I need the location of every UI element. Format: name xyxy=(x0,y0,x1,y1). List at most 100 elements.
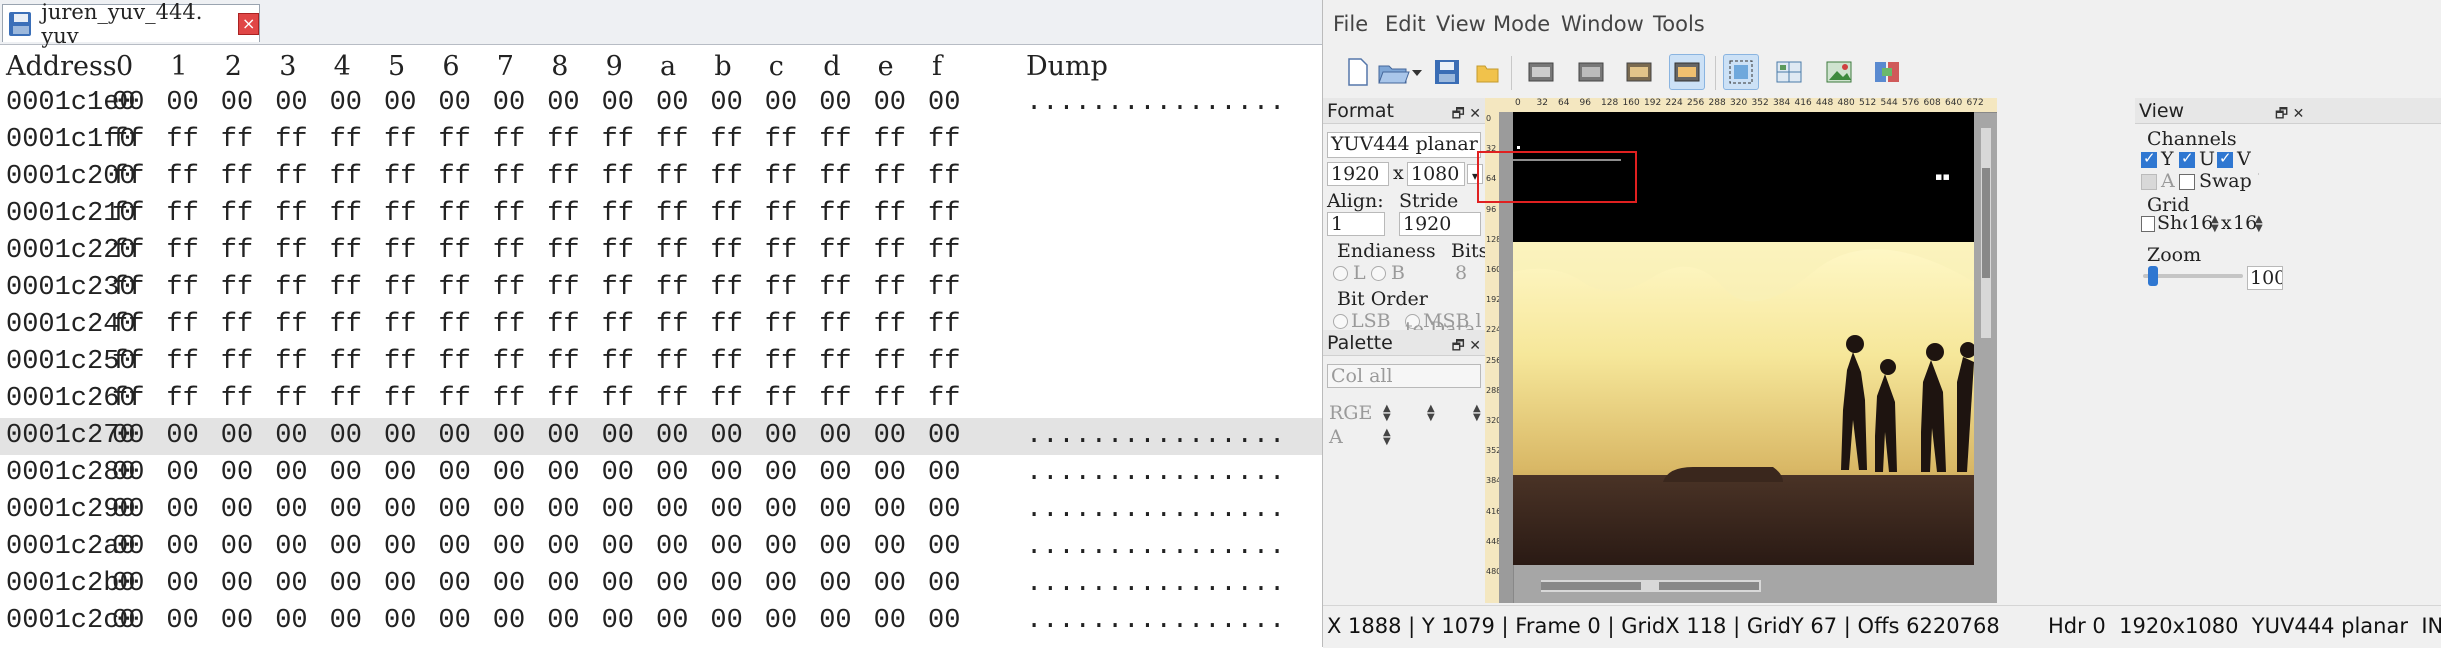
image-export-icon[interactable] xyxy=(1821,54,1857,90)
hex-byte[interactable]: 00 xyxy=(710,455,742,492)
hex-byte[interactable]: 00 xyxy=(221,418,253,455)
zoom-slider-track[interactable] xyxy=(2143,274,2243,278)
hex-byte[interactable]: ff xyxy=(928,122,960,159)
hex-byte[interactable]: ff xyxy=(166,196,198,233)
hex-byte[interactable]: 00 xyxy=(275,566,307,603)
frame-active-icon[interactable] xyxy=(1669,54,1705,90)
panel-float-close-icons[interactable]: 🗗 ✕ xyxy=(2275,101,2304,127)
menu-window[interactable]: Window xyxy=(1561,12,1644,36)
hex-byte[interactable]: 00 xyxy=(275,529,307,566)
hex-byte[interactable]: ff xyxy=(602,196,634,233)
grid-height-spin-icon[interactable]: ▲ ▼ xyxy=(2255,215,2263,234)
hex-byte[interactable]: 00 xyxy=(384,529,416,566)
hex-byte[interactable]: 00 xyxy=(656,455,688,492)
hex-byte[interactable]: ff xyxy=(166,159,198,196)
hex-row[interactable]: 0001c1e0 00 00 00 00 00 00 00 00 00 00 00 00 00 00 00 00… xyxy=(0,85,1322,122)
hex-row[interactable]: 0001c240 ff ff ff ff ff ff ff ff ff ff ff ff ff ff ff ff xyxy=(0,307,1322,344)
grid-height-value[interactable]: 16 xyxy=(2233,212,2257,234)
hex-byte[interactable]: 00 xyxy=(874,492,906,529)
hex-byte[interactable]: 00 xyxy=(166,85,198,122)
hex-byte[interactable]: ff xyxy=(765,381,797,418)
hex-byte[interactable]: ff xyxy=(384,196,416,233)
hex-byte[interactable]: ff xyxy=(384,270,416,307)
menu-tools[interactable]: Tools xyxy=(1653,12,1705,36)
hex-byte[interactable]: ff xyxy=(656,122,688,159)
hex-byte[interactable]: ff xyxy=(547,270,579,307)
hex-byte[interactable]: 00 xyxy=(547,418,579,455)
folder-icon[interactable] xyxy=(1469,54,1505,90)
horizontal-scrollbar-thumb[interactable] xyxy=(1541,582,1641,590)
g-spin-icon[interactable]: ▲ ▼ xyxy=(1427,404,1435,423)
hex-byte[interactable]: 00 xyxy=(275,455,307,492)
hex-row[interactable]: 0001c200 ff ff ff ff ff ff ff ff ff ff ff ff ff ff ff ff xyxy=(0,159,1322,196)
b-spin-icon[interactable]: ▲ ▼ xyxy=(1473,404,1481,423)
hex-byte[interactable]: ff xyxy=(656,270,688,307)
hex-byte[interactable]: ff xyxy=(656,159,688,196)
hex-byte[interactable]: 00 xyxy=(819,85,851,122)
hex-byte[interactable]: 00 xyxy=(221,492,253,529)
hex-byte[interactable]: ff xyxy=(493,344,525,381)
row-ascii-dump[interactable]: ................ xyxy=(1026,529,1285,566)
hex-byte[interactable]: ff xyxy=(275,307,307,344)
hex-byte[interactable]: 00 xyxy=(438,566,470,603)
hex-byte[interactable]: 00 xyxy=(275,603,307,640)
hex-byte[interactable]: ff xyxy=(112,344,144,381)
hex-byte[interactable]: ff xyxy=(547,159,579,196)
hex-byte[interactable]: ff xyxy=(493,196,525,233)
hex-byte[interactable]: 00 xyxy=(710,566,742,603)
hex-byte[interactable]: ff xyxy=(602,381,634,418)
hex-byte[interactable]: ff xyxy=(112,381,144,418)
hex-byte[interactable]: 00 xyxy=(547,492,579,529)
hex-byte[interactable]: ff xyxy=(384,381,416,418)
hex-byte[interactable]: ff xyxy=(112,122,144,159)
hex-byte[interactable]: 00 xyxy=(330,418,362,455)
hex-byte[interactable]: 00 xyxy=(765,455,797,492)
hex-byte[interactable]: 00 xyxy=(602,603,634,640)
hex-byte[interactable]: 00 xyxy=(166,418,198,455)
hex-byte[interactable]: 00 xyxy=(384,418,416,455)
hex-row[interactable]: 0001c2c0 00 00 00 00 00 00 00 00 00 00 00 00 00 00 00 00… xyxy=(0,603,1322,640)
palette-color-select[interactable]: Col all xyxy=(1327,364,1481,388)
hex-byte[interactable]: 00 xyxy=(602,85,634,122)
alpha-spin-icon[interactable]: ▲ ▼ xyxy=(1383,428,1391,447)
hex-byte[interactable]: 00 xyxy=(438,529,470,566)
hex-byte[interactable]: 00 xyxy=(765,85,797,122)
hex-grid[interactable]: Address 0 1 2 3 4 5 6 7 8 9 a b c d e f Dump 0001c1e0 00 00 0… xyxy=(0,48,1322,640)
hex-byte[interactable]: ff xyxy=(275,122,307,159)
hex-byte[interactable]: 00 xyxy=(493,529,525,566)
hex-byte[interactable]: ff xyxy=(112,159,144,196)
hex-byte[interactable]: ff xyxy=(438,381,470,418)
hex-byte[interactable]: ff xyxy=(710,307,742,344)
hex-byte[interactable]: ff xyxy=(874,307,906,344)
hex-byte[interactable]: ff xyxy=(710,159,742,196)
hex-byte[interactable]: 00 xyxy=(330,455,362,492)
hex-byte[interactable]: ff xyxy=(547,307,579,344)
hex-byte[interactable]: 00 xyxy=(874,566,906,603)
hex-byte[interactable]: ff xyxy=(330,307,362,344)
horizontal-scrollbar-thumb-2[interactable] xyxy=(1659,582,1759,590)
hex-byte[interactable]: ff xyxy=(438,344,470,381)
hex-byte[interactable]: 00 xyxy=(874,85,906,122)
hex-byte[interactable]: 00 xyxy=(710,529,742,566)
new-file-icon[interactable] xyxy=(1339,54,1375,90)
menu-edit[interactable]: Edit xyxy=(1385,12,1426,36)
menu-file[interactable]: File xyxy=(1333,12,1368,36)
endian-big-radio[interactable] xyxy=(1371,266,1386,281)
hex-byte[interactable]: ff xyxy=(166,233,198,270)
channel-v-checkbox[interactable] xyxy=(2217,149,2233,168)
hex-byte[interactable]: 00 xyxy=(384,455,416,492)
hex-byte[interactable]: ff xyxy=(928,159,960,196)
hex-byte[interactable]: 00 xyxy=(765,603,797,640)
hex-byte[interactable]: 00 xyxy=(438,455,470,492)
hex-byte[interactable]: 00 xyxy=(765,566,797,603)
row-ascii-dump[interactable]: ................ xyxy=(1026,418,1285,455)
hex-byte[interactable]: 00 xyxy=(330,492,362,529)
hex-byte[interactable]: ff xyxy=(221,196,253,233)
hex-byte[interactable]: ff xyxy=(275,233,307,270)
hex-byte[interactable]: ff xyxy=(602,233,634,270)
hex-byte[interactable]: ff xyxy=(656,196,688,233)
hex-byte[interactable]: ff xyxy=(819,159,851,196)
hex-byte[interactable]: ff xyxy=(819,344,851,381)
show-grid-checkbox[interactable] xyxy=(2141,216,2155,232)
hex-byte[interactable]: ff xyxy=(819,196,851,233)
